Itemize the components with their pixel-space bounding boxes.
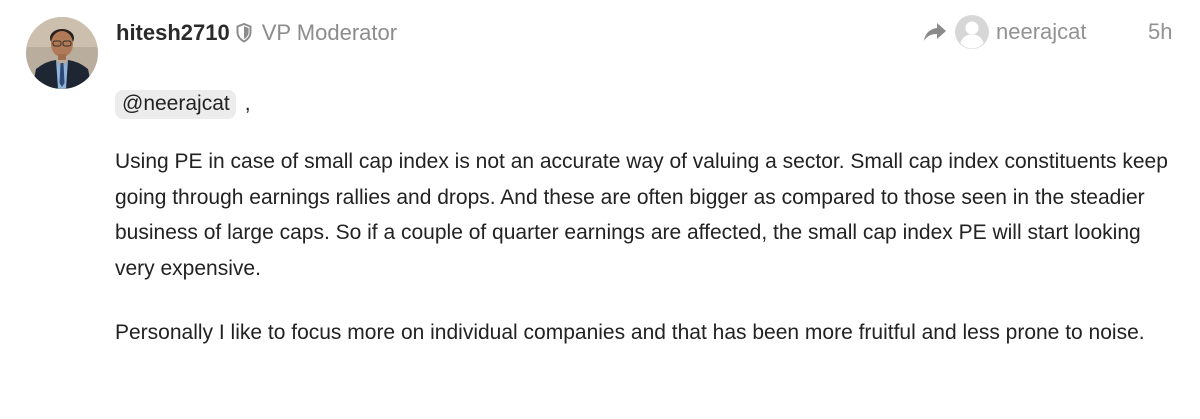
mention-comma: , xyxy=(244,92,251,115)
post-date[interactable]: 5h xyxy=(1148,15,1172,49)
reply-to-username: neerajcat xyxy=(996,19,1087,44)
reply-arrow-icon xyxy=(922,21,948,43)
post-paragraph: Personally I like to focus more on indiv… xyxy=(115,321,1145,344)
user-mention[interactable]: @neerajcat xyxy=(115,89,236,119)
author-username[interactable]: hitesh2710 xyxy=(116,20,230,46)
shield-icon xyxy=(236,22,252,43)
author-title: VP Moderator xyxy=(261,20,398,45)
reply-to-link[interactable]: neerajcat xyxy=(922,15,1087,49)
post-author-meta: hitesh2710 VP Moderator xyxy=(116,16,397,50)
default-avatar-icon xyxy=(954,14,990,50)
author-avatar[interactable] xyxy=(26,17,98,89)
post-paragraph: Using PE in case of small cap index is n… xyxy=(115,150,1168,280)
author-photo xyxy=(26,17,98,89)
mention-line: @neerajcat , xyxy=(115,89,251,119)
forum-post: hitesh2710 VP Moderator neerajcat 5h @ne… xyxy=(0,0,1200,419)
